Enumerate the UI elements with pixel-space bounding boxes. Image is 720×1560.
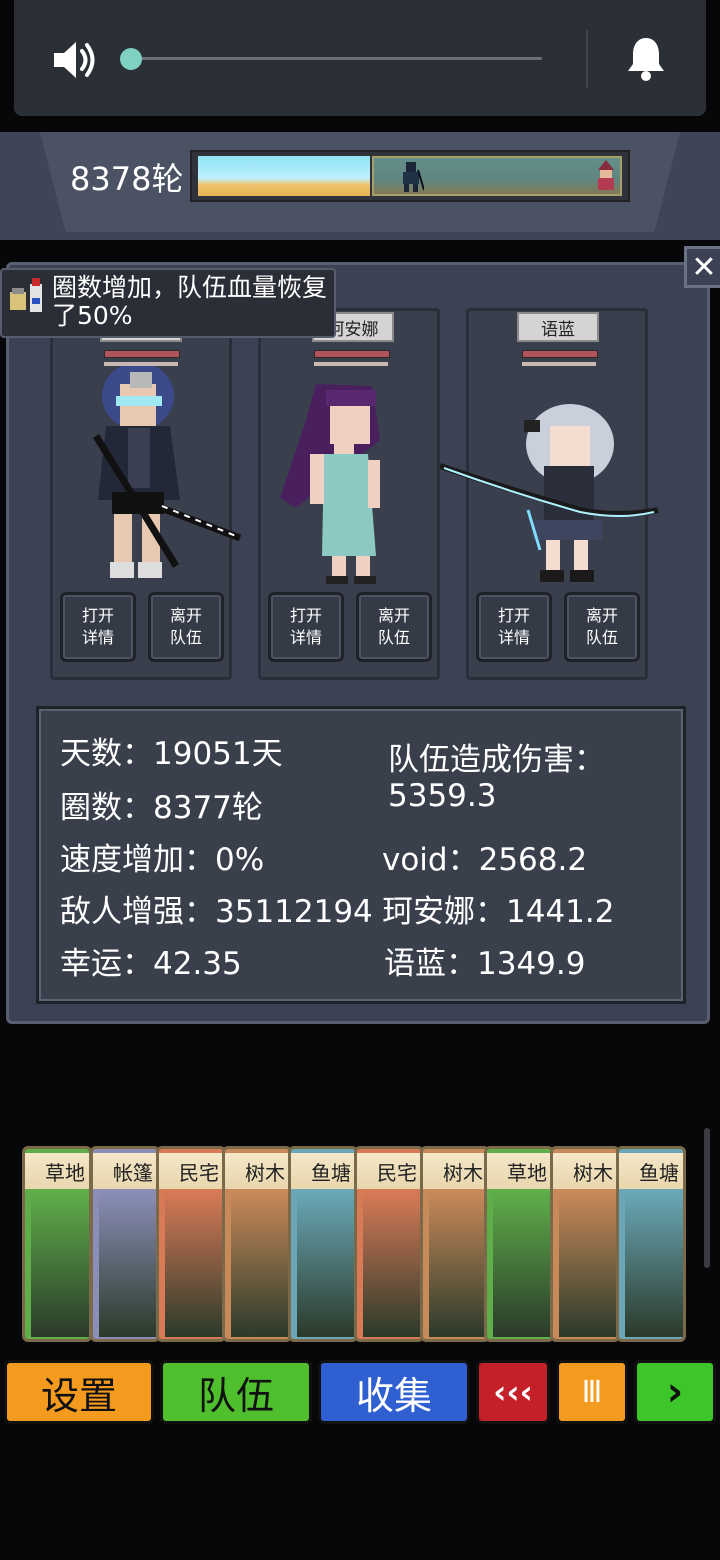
close-icon: ✕ [691, 249, 717, 285]
open-details-button[interactable]: 打开 详情 [476, 592, 552, 662]
card-art [99, 1191, 157, 1337]
stat-team-damage-title: 队伍造成伤害： [388, 742, 605, 778]
stat-enemy-boost: 敌人增强：35112194 [60, 894, 373, 930]
member-name-tag: 语蓝 [517, 312, 599, 342]
leave-team-button[interactable]: 离开 队伍 [356, 592, 432, 662]
open-details-button[interactable]: 打开 详情 [268, 592, 344, 662]
member-hp-bar [104, 350, 180, 358]
button-label: 离开 队伍 [585, 606, 618, 647]
card-art [297, 1191, 355, 1337]
collect-button[interactable]: 收集 [318, 1360, 470, 1424]
card-art [165, 1191, 223, 1337]
stat-void-damage: void：2568.2 [382, 842, 588, 878]
member-hp-bar [314, 350, 390, 358]
button-label: 打开 详情 [289, 606, 322, 647]
member-mp-bar [522, 362, 596, 366]
card-2[interactable]: 帐篷 [90, 1146, 160, 1342]
round-progress-fill [198, 156, 370, 196]
button-label: 离开 队伍 [377, 606, 410, 647]
team-button[interactable]: 队伍 [160, 1360, 312, 1424]
card-10[interactable]: 鱼塘 [616, 1146, 686, 1342]
settings-button[interactable]: 设置 [4, 1360, 154, 1424]
card-7[interactable]: 树木 [420, 1146, 490, 1342]
stat-speed: 速度增加：0% [60, 842, 265, 878]
potion-icon [10, 278, 42, 312]
divider [586, 30, 588, 88]
card-label: 树木 [553, 1153, 617, 1189]
card-label: 鱼塘 [619, 1153, 683, 1189]
card-label: 草地 [25, 1153, 89, 1189]
card-label: 树木 [225, 1153, 289, 1189]
card-label: 鱼塘 [291, 1153, 355, 1189]
member-hp-bar [522, 350, 598, 358]
card-label: 民宅 [159, 1153, 223, 1189]
enemy-marker-icon [598, 160, 614, 190]
character-keanna-sprite [280, 384, 380, 584]
stat-laps: 圈数：8377轮 [60, 790, 263, 826]
card-1[interactable]: 草地 [22, 1146, 92, 1342]
button-label: 离开 队伍 [169, 606, 202, 647]
stat-luck: 幸运：42.35 [60, 946, 242, 982]
button-label: 打开 详情 [497, 606, 530, 647]
leave-team-button[interactable]: 离开 队伍 [148, 592, 224, 662]
stat-yulan-damage: 语蓝：1349.9 [384, 946, 586, 982]
card-8[interactable]: 草地 [484, 1146, 554, 1342]
notification-text: 圈数增加，队伍血量恢复了50% [52, 273, 328, 330]
round-counter: 8378轮 [70, 160, 184, 198]
card-art [231, 1191, 289, 1337]
stat-days: 天数：19051天 [60, 736, 283, 772]
card-art [559, 1191, 617, 1337]
pause-button[interactable]: Ⅲ [556, 1360, 628, 1424]
card-label: 树木 [423, 1153, 487, 1189]
card-art [625, 1191, 683, 1337]
close-button[interactable]: ✕ [684, 246, 720, 288]
card-art [31, 1191, 89, 1337]
card-art [493, 1191, 551, 1337]
stat-keanna-damage: 珂安娜：1441.2 [382, 894, 615, 930]
volume-slider-track[interactable] [130, 57, 542, 60]
button-label: 打开 详情 [81, 606, 114, 647]
hero-marker-icon [403, 162, 424, 192]
card-label: 民宅 [357, 1153, 421, 1189]
card-3[interactable]: 民宅 [156, 1146, 226, 1342]
leave-team-button[interactable]: 离开 队伍 [564, 592, 640, 662]
bell-icon[interactable] [624, 34, 668, 82]
volume-slider-knob[interactable] [120, 48, 142, 70]
card-5[interactable]: 鱼塘 [288, 1146, 358, 1342]
card-art [429, 1191, 487, 1337]
stat-team-damage-value: 5359.3 [388, 778, 497, 814]
card-art [363, 1191, 421, 1337]
card-label: 帐篷 [93, 1153, 157, 1189]
card-label: 草地 [487, 1153, 551, 1189]
open-details-button[interactable]: 打开 详情 [60, 592, 136, 662]
character-yulan-sprite [440, 404, 659, 582]
member-mp-bar [314, 362, 388, 366]
play-button[interactable]: › [634, 1360, 716, 1424]
card-9[interactable]: 树木 [550, 1146, 620, 1342]
card-4[interactable]: 树木 [222, 1146, 292, 1342]
card-6[interactable]: 民宅 [354, 1146, 424, 1342]
scrollbar[interactable] [704, 1128, 710, 1268]
character-void-sprite [93, 366, 242, 578]
rewind-button[interactable]: ‹‹‹ [476, 1360, 550, 1424]
speaker-icon[interactable] [50, 38, 98, 82]
